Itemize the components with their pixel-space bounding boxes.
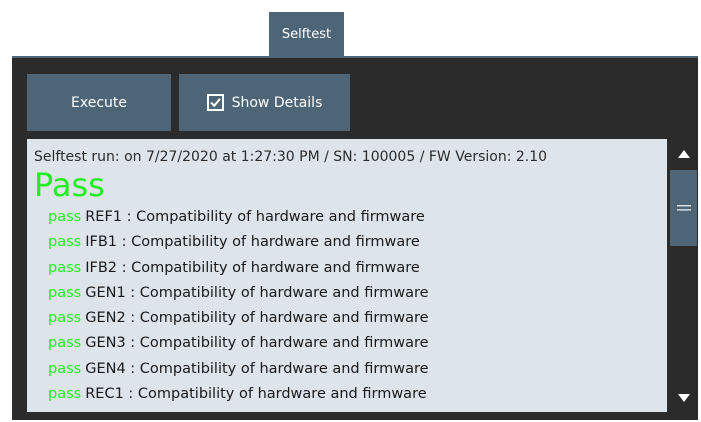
execute-button[interactable]: Execute: [27, 74, 171, 131]
log-line-text: GEN2 : Compatibility of hardware and fir…: [85, 310, 429, 327]
log-line-status: pass: [48, 335, 82, 352]
log-line-status: pass: [48, 284, 82, 301]
log-list: pass REF1 : Compatibility of hardware and…: [34, 205, 667, 407]
log-line-text: REC1 : Compatibility of hardware and fir…: [85, 386, 427, 403]
log-line: pass IFB1 : Compatibility of hardware and…: [48, 230, 667, 255]
show-details-toggle[interactable]: Show Details: [179, 74, 350, 131]
overall-result: Pass: [34, 166, 105, 204]
log-header: Selftest run: on 7/27/2020 at 1:27:30 PM…: [34, 149, 548, 165]
grip-icon: [676, 205, 691, 211]
log-line-text: GEN3 : Compatibility of hardware and fir…: [85, 335, 429, 352]
log-line: pass GEN3 : Compatibility of hardware and…: [48, 331, 667, 356]
log-line: pass IFB2 : Compatibility of hardware and…: [48, 256, 667, 281]
log-line: pass GEN2 : Compatibility of hardware and…: [48, 306, 667, 331]
log-line-status: pass: [48, 310, 82, 327]
checkmark-icon: [209, 98, 221, 108]
log-line: pass GEN4 : Compatibility of hardware and…: [48, 357, 667, 382]
log-line-text: REF1 : Compatibility of hardware and fir…: [85, 209, 425, 225]
selftest-log: Selftest run: on 7/27/2020 at 1:27:30 PM…: [27, 139, 667, 412]
arrow-down-icon: [677, 393, 690, 402]
log-scrollbar[interactable]: [669, 139, 698, 412]
execute-button-label: Execute: [71, 94, 127, 111]
log-line-text: GEN1 : Compatibility of hardware and fir…: [85, 284, 429, 301]
log-line-text: GEN4 : Compatibility of hardware and fir…: [85, 360, 429, 377]
log-line-status: pass: [48, 209, 82, 225]
scroll-up-button[interactable]: [669, 139, 698, 168]
log-line-status: pass: [48, 259, 82, 276]
log-line-status: pass: [48, 360, 82, 377]
tab-selftest-label: Selftest: [281, 26, 332, 42]
log-line-status: pass: [48, 386, 82, 403]
log-line: pass REC1 : Compatibility of hardware and…: [48, 382, 667, 407]
show-details-checkbox[interactable]: [206, 94, 224, 111]
log-line: pass GEN1 : Compatibility of hardware and…: [48, 281, 667, 306]
log-line-text: IFB2 : Compatibility of hardware and fir…: [85, 259, 420, 276]
scroll-down-button[interactable]: [669, 383, 698, 412]
tab-selftest[interactable]: Selftest: [269, 12, 344, 56]
scroll-thumb[interactable]: [670, 170, 697, 246]
selftest-panel: Execute Show Details Selftest run: on 7/…: [12, 56, 698, 420]
log-line-status: pass: [48, 234, 82, 251]
show-details-label: Show Details: [231, 94, 323, 111]
arrow-up-icon: [677, 149, 690, 158]
log-line-text: IFB1 : Compatibility of hardware and fir…: [85, 234, 420, 251]
log-line: pass REF1 : Compatibility of hardware and…: [48, 205, 667, 230]
